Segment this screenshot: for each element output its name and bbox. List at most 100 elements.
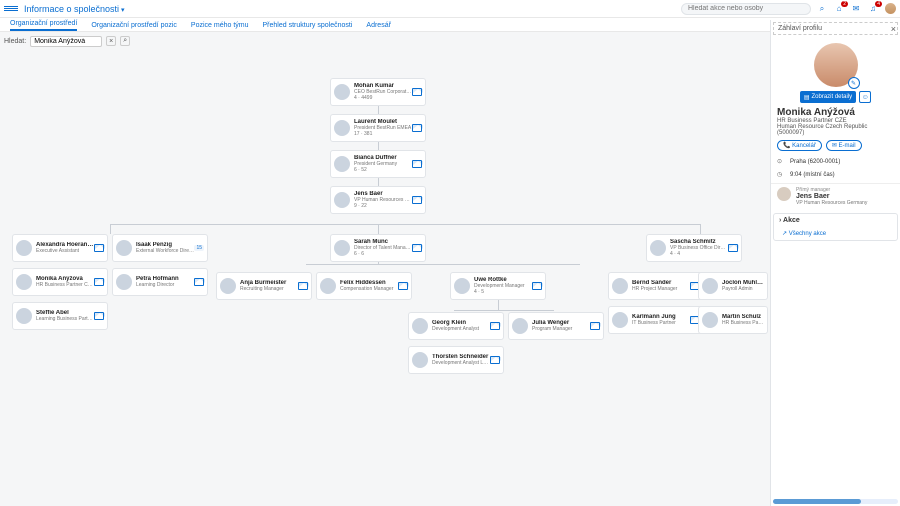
- tab-org[interactable]: Organizační prostředí: [10, 20, 77, 31]
- global-search-input[interactable]: [681, 3, 811, 15]
- org-node[interactable]: Bianca DuffnerPresident Germany6 · 52: [330, 150, 426, 178]
- org-node[interactable]: Petra HofmannLearning Director: [112, 268, 208, 296]
- avatar: [116, 274, 132, 290]
- node-role: Development Analyst: [432, 326, 490, 332]
- menu-icon[interactable]: [4, 6, 18, 11]
- office-button[interactable]: 📞 Kancelář: [777, 140, 822, 151]
- scroll-thumb[interactable]: [773, 499, 861, 504]
- org-icon[interactable]: ⌂2: [833, 3, 845, 15]
- node-role: HR Business Partner: [722, 320, 764, 326]
- manager-name: Jens Baer: [796, 193, 867, 200]
- find-row: Hledat: × ⌕: [4, 34, 130, 48]
- tab-directory[interactable]: Adresář: [366, 22, 391, 31]
- mail-icon[interactable]: [94, 244, 104, 252]
- node-sub: 6 · 6: [354, 251, 412, 257]
- org-node[interactable]: Mohan KumarCEO BestRun Corporation4 · 44…: [330, 78, 426, 106]
- mail-icon[interactable]: [298, 282, 308, 290]
- accordion-header[interactable]: Akce: [774, 214, 897, 227]
- org-node[interactable]: Sarah MuncDirector of Talent Managem.6 ·…: [330, 234, 426, 262]
- mail-icon[interactable]: [398, 282, 408, 290]
- profile-user-icon[interactable]: ☺: [859, 91, 871, 103]
- mail-icon[interactable]: [728, 244, 738, 252]
- label: E-mail: [839, 143, 856, 149]
- avatar: [334, 240, 350, 256]
- node-role: Learning Business Partner: [36, 316, 94, 322]
- org-node[interactable]: Martin SchulzHR Business Partner: [698, 306, 768, 334]
- connector: [306, 264, 580, 265]
- avatar: [612, 278, 628, 294]
- connector: [700, 224, 701, 234]
- mail-icon[interactable]: [412, 88, 422, 96]
- avatar: [612, 312, 628, 328]
- mail-icon[interactable]: [412, 196, 422, 204]
- mail-icon[interactable]: [94, 278, 104, 286]
- location-text: Praha (6200-0001): [790, 159, 840, 165]
- label: Kancelář: [792, 143, 816, 149]
- label: Zobrazit detaily: [811, 94, 852, 100]
- bell-icon[interactable]: ♫4: [867, 3, 879, 15]
- search-button-icon[interactable]: ⌕: [120, 36, 130, 46]
- org-canvas[interactable]: Mohan KumarCEO BestRun Corporation4 · 44…: [0, 50, 900, 506]
- mail-icon[interactable]: [490, 356, 500, 364]
- tab-structure[interactable]: Přehled struktury společnosti: [263, 22, 353, 31]
- camera-icon[interactable]: ✎: [848, 77, 860, 89]
- avatar: [454, 278, 470, 294]
- manager-avatar: [777, 187, 791, 201]
- mail-icon[interactable]: [94, 312, 104, 320]
- avatar: [412, 318, 428, 334]
- scrollbar[interactable]: [773, 499, 898, 504]
- mail-icon[interactable]: [194, 278, 204, 286]
- mail-icon[interactable]: [412, 160, 422, 168]
- org-node[interactable]: Steffie AbelLearning Business Partner: [12, 302, 108, 330]
- node-role: Executive Assistant: [36, 248, 94, 254]
- panel-header-alt: Záhlaví profilu: [773, 22, 898, 35]
- profile-panel: × Záhlaví profilu ✎ ▤Zobrazit detaily ☺ …: [770, 20, 900, 506]
- profile-name: Monika Anýžová: [771, 107, 900, 118]
- org-node[interactable]: Isaak PenzigExternal Workforce Director1…: [112, 234, 208, 262]
- org-node[interactable]: Felix HiddessenCompensation Manager: [316, 272, 412, 300]
- count-badge: 15: [194, 245, 204, 251]
- app-shell: Informace o společnosti ⌕ ⌂2 ✉ ♫4 Organi…: [0, 0, 900, 506]
- node-role: External Workforce Director: [136, 248, 194, 254]
- org-node[interactable]: Thorsten SchneiderDevelopment Analyst Le…: [408, 346, 504, 374]
- mail-icon[interactable]: [490, 322, 500, 330]
- chat-icon[interactable]: ✉: [850, 3, 862, 15]
- clock-icon: ◷: [777, 171, 785, 178]
- connector: [110, 224, 700, 225]
- node-sub: 9 · 22: [354, 203, 412, 209]
- org-node[interactable]: Anja BurmeisterRecruiting Manager: [216, 272, 312, 300]
- email-button[interactable]: ✉ E-mail: [826, 140, 862, 151]
- mail-icon[interactable]: [590, 322, 600, 330]
- org-node[interactable]: Alexandra HoerandelExecutive Assistant: [12, 234, 108, 262]
- mail-icon[interactable]: [412, 124, 422, 132]
- profile-photo: ✎: [814, 43, 858, 87]
- org-node[interactable]: Karlmann JungIT Business Partner: [608, 306, 704, 334]
- org-node[interactable]: Laurent MouletPresident BestRun EMEA17 ·…: [330, 114, 426, 142]
- find-input[interactable]: [30, 36, 102, 47]
- org-node[interactable]: Jens BaerVP Human Resources Germ.9 · 22: [330, 186, 426, 214]
- page-title-dropdown[interactable]: Informace o společnosti: [24, 4, 125, 14]
- node-sub: 6 · 52: [354, 167, 412, 173]
- search-icon[interactable]: ⌕: [816, 3, 828, 15]
- mail-icon[interactable]: [532, 282, 542, 290]
- avatar: [334, 156, 350, 172]
- tab-positions[interactable]: Organizační prostředí pozic: [91, 22, 177, 31]
- org-node[interactable]: Georg KleinDevelopment Analyst: [408, 312, 504, 340]
- node-sub: 4 · 4499: [354, 95, 412, 101]
- mail-icon[interactable]: [412, 244, 422, 252]
- manager-block[interactable]: Přímý manager Jens Baer VP Human Resourc…: [771, 183, 900, 209]
- org-node[interactable]: Monika AnýžováHR Business Partner CZE: [12, 268, 108, 296]
- org-node[interactable]: Uwe RottkeDevelopment Manager4 · 5: [450, 272, 546, 300]
- show-details-button[interactable]: ▤Zobrazit detaily: [800, 91, 856, 103]
- org-node[interactable]: Bernd SanderHR Project Manager: [608, 272, 704, 300]
- user-avatar[interactable]: [885, 3, 896, 14]
- tab-team[interactable]: Pozice mého týmu: [191, 22, 249, 31]
- close-icon[interactable]: ×: [891, 24, 896, 34]
- node-role: Compensation Manager: [340, 286, 398, 292]
- org-node[interactable]: Joclon MuhlfeldPayroll Admin: [698, 272, 768, 300]
- all-actions-link[interactable]: Všechny akce: [774, 227, 897, 240]
- org-node[interactable]: Sascha SchmitzVP Business Office Directo…: [646, 234, 742, 262]
- avatar: [512, 318, 528, 334]
- clear-icon[interactable]: ×: [106, 36, 116, 46]
- org-node[interactable]: Julia WengerProgram Manager: [508, 312, 604, 340]
